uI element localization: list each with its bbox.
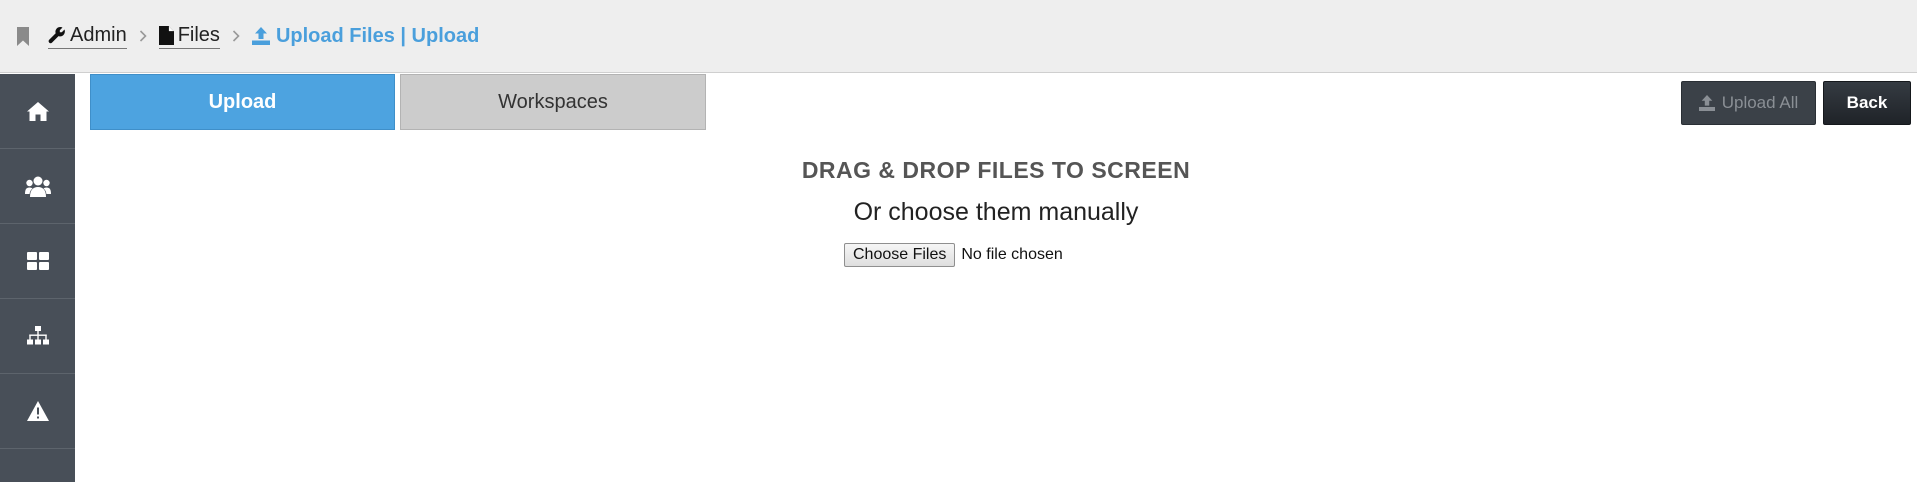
back-button[interactable]: Back <box>1823 81 1911 125</box>
bookmark-icon[interactable] <box>16 26 30 46</box>
back-label: Back <box>1846 93 1888 112</box>
breadcrumb-admin[interactable]: Admin <box>48 24 127 49</box>
breadcrumb-current: Upload Files | Upload <box>251 24 480 48</box>
sidebar-item-home[interactable] <box>0 74 75 149</box>
tab-upload[interactable]: Upload <box>90 74 395 130</box>
file-status: No file chosen <box>961 246 1063 263</box>
breadcrumb-current-label: Upload Files | Upload <box>275 24 480 47</box>
choose-files-button[interactable]: Choose Files <box>844 243 956 267</box>
file-input: Choose Files No file chosen <box>844 243 1063 267</box>
tab-workspaces[interactable]: Workspaces <box>400 74 706 130</box>
dropzone-subtitle: Or choose them manually <box>853 198 1139 226</box>
dashboard-icon <box>26 252 49 270</box>
sidebar <box>0 74 75 482</box>
upload-icon <box>251 27 270 45</box>
sidebar-item-dashboard[interactable] <box>0 224 75 299</box>
dropzone-title: DRAG & DROP FILES TO SCREEN <box>801 157 1191 183</box>
chevron-right-icon <box>232 30 240 42</box>
tab-upload-label: Upload <box>208 90 277 113</box>
upload-icon <box>1698 95 1715 111</box>
breadcrumb-admin-label: Admin <box>70 23 127 46</box>
chevron-right-icon <box>139 30 147 42</box>
breadcrumb-files[interactable]: Files <box>158 23 220 49</box>
home-icon <box>26 101 49 121</box>
breadcrumb-files-label: Files <box>177 23 220 46</box>
file-icon <box>158 25 174 45</box>
warning-icon <box>26 401 49 421</box>
upload-all-button[interactable]: Upload All <box>1681 81 1816 125</box>
sidebar-item-sitemap[interactable] <box>0 299 75 374</box>
upload-all-label: Upload All <box>1721 93 1799 112</box>
sitemap-icon <box>26 326 49 345</box>
sidebar-item-alerts[interactable] <box>0 374 75 449</box>
top-bar: Admin Files Upload Files | Upload <box>0 0 1917 73</box>
tab-workspaces-label: Workspaces <box>498 90 608 113</box>
wrench-icon <box>48 27 65 44</box>
